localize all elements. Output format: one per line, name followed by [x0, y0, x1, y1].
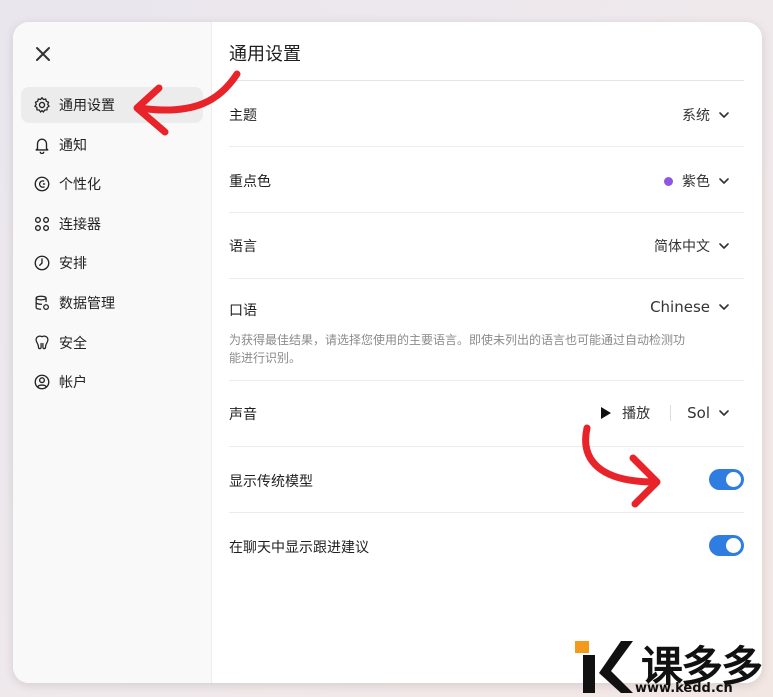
chevron-down-icon: [719, 304, 729, 310]
sidebar-item-label: 安排: [59, 256, 87, 273]
sidebar-item-notifications[interactable]: 通知: [21, 127, 203, 163]
theme-label: 主题: [229, 108, 257, 124]
personalize-icon: [34, 176, 50, 192]
security-icon: [35, 335, 49, 349]
sidebar-item-general[interactable]: 通用设置: [21, 87, 203, 123]
sidebar-item-label: 数据管理: [59, 295, 115, 312]
spoken-value: Chinese: [650, 298, 710, 316]
accent-color-dot: [664, 176, 673, 186]
toggle-knob: [726, 472, 741, 487]
connectors-icon: [34, 216, 50, 231]
spoken-language-select[interactable]: Chinese: [650, 298, 730, 316]
clock-icon: [34, 255, 50, 271]
sidebar-item-data-controls[interactable]: 数据管理: [21, 285, 203, 321]
follow-up-toggle[interactable]: [709, 535, 744, 556]
legacy-models-label: 显示传统模型: [229, 474, 313, 490]
theme-value: 系统: [682, 108, 710, 124]
voice-label: 声音: [229, 407, 257, 423]
brand-k-icon: [575, 641, 633, 693]
divider: [670, 405, 672, 421]
sidebar-item-label: 连接器: [59, 216, 101, 233]
sidebar-item-label: 安全: [59, 335, 87, 352]
accent-value: 紫色: [682, 174, 710, 190]
database-icon: [35, 295, 50, 310]
sidebar-item-connectors[interactable]: 连接器: [21, 206, 203, 242]
theme-select[interactable]: 系统: [682, 105, 730, 125]
voice-value: Sol: [687, 404, 710, 422]
sidebar-item-account[interactable]: 帐户: [21, 364, 203, 400]
bell-icon: [35, 138, 49, 154]
accent-select[interactable]: 紫色: [664, 171, 730, 191]
chevron-down-icon: [719, 410, 729, 416]
watermark-logo: 课多多 www.kedd.cn: [575, 637, 773, 697]
sidebar-item-security[interactable]: 安全: [21, 325, 203, 361]
account-icon: [34, 374, 50, 390]
sidebar-item-label: 个性化: [59, 177, 101, 194]
language-value: 简体中文: [654, 239, 710, 255]
play-icon: [601, 407, 612, 419]
accent-label: 重点色: [229, 174, 271, 190]
language-label: 语言: [229, 239, 257, 255]
settings-dialog: 通用设置 通知 个性化 连接器 安排 数据管理 安全 帐户 通用设置 主题 系统…: [13, 22, 762, 683]
settings-nav: 通用设置 通知 个性化 连接器 安排 数据管理 安全 帐户: [21, 87, 203, 404]
follow-up-row: 在聊天中显示跟进建议: [229, 513, 744, 578]
play-button[interactable]: 播放: [600, 403, 650, 423]
spoken-description: 为获得最佳结果，请选择您使用的主要语言。即使未列出的语言也可能通过自动检测功能进…: [229, 333, 686, 365]
spoken-language-row: 口语 Chinese 为获得最佳结果，请选择您使用的主要语言。即使未列出的语言也…: [229, 279, 744, 381]
sidebar-item-label: 通用设置: [59, 98, 115, 114]
close-icon[interactable]: [31, 42, 55, 66]
chevron-down-icon: [719, 243, 729, 249]
toggle-knob: [726, 538, 741, 553]
page-title: 通用设置: [229, 44, 301, 65]
language-row: 语言 简体中文: [229, 213, 744, 279]
voice-select[interactable]: Sol: [687, 404, 730, 422]
sidebar-item-personalization[interactable]: 个性化: [21, 166, 203, 202]
accent-row: 重点色 紫色: [229, 147, 744, 213]
follow-up-label: 在聊天中显示跟进建议: [229, 540, 369, 556]
legacy-models-toggle[interactable]: [709, 469, 744, 490]
sidebar-item-label: 通知: [59, 137, 87, 154]
chevron-down-icon: [719, 112, 729, 118]
voice-row: 声音 播放 Sol: [229, 381, 744, 447]
voice-controls: 播放 Sol: [600, 403, 730, 423]
spoken-label: 口语: [229, 303, 257, 319]
play-label: 播放: [622, 406, 651, 422]
gear-icon: [34, 96, 50, 113]
theme-row: 主题 系统: [229, 81, 744, 147]
sidebar-item-label: 帐户: [59, 375, 87, 392]
chevron-down-icon: [719, 178, 729, 184]
brand-url: www.kedd.cn: [635, 681, 733, 696]
settings-main: 通用设置 主题 系统 重点色 紫色 语言 简体中文 口语 Chinese 为获得…: [212, 22, 762, 683]
legacy-models-row: 显示传统模型: [229, 447, 744, 513]
settings-sidebar: 通用设置 通知 个性化 连接器 安排 数据管理 安全 帐户: [13, 22, 212, 683]
sidebar-item-schedule[interactable]: 安排: [21, 245, 203, 281]
language-select[interactable]: 简体中文: [654, 236, 730, 256]
